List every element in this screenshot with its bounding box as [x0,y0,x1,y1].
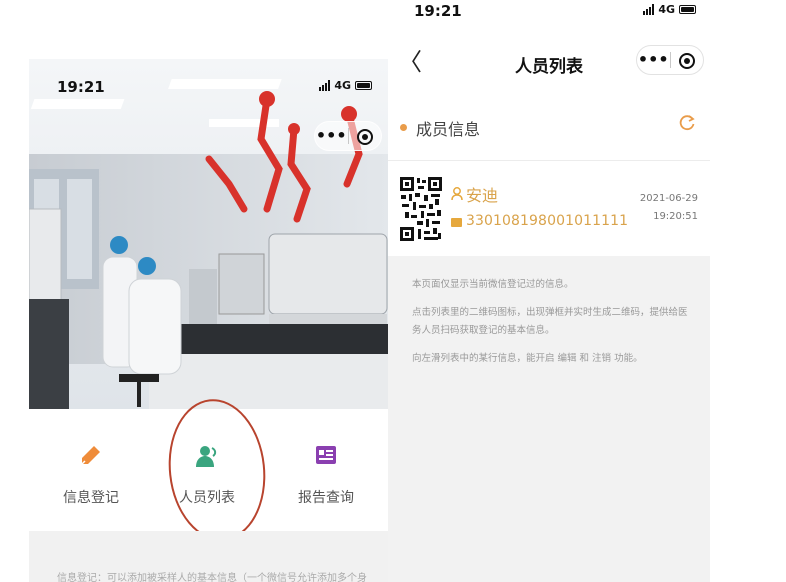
status-time: 19:21 [57,78,105,96]
report-icon [316,446,336,464]
qr-code-icon[interactable] [400,177,442,241]
target-icon [678,52,695,69]
id-card-icon [451,218,462,227]
help-notes: 本页面仅显示当前微信登记过的信息。 点击列表里的二维码图标，出现弹框并实时生成二… [412,276,692,378]
help-note: 本页面仅显示当前微信登记过的信息。 [412,279,574,290]
nav-bar: 〈 人员列表 ••• [388,30,710,98]
person-name: 安迪 [466,186,499,205]
laboratory-photo [29,59,388,409]
status-time: 19:21 [414,2,462,20]
status-icons: 4G [643,3,696,16]
info-text: 信息登记：可以添加被采样人的基本信息（一个微信号允许添加多个身 [57,573,367,582]
signal-icon [643,4,655,15]
signal-icon [319,80,331,91]
miniapp-capsule: ••• [636,45,704,75]
info-area: 信息登记：可以添加被采样人的基本信息（一个微信号允许添加多个身 [29,531,388,582]
lab-hero-image: 19:21 4G ••• [29,59,388,409]
person-id-number: 330108198001011111 [466,213,629,229]
refresh-icon[interactable] [678,114,696,132]
user-icon [451,187,463,201]
section-dot [400,124,407,131]
close-miniapp-button[interactable] [348,122,381,150]
help-note: 向左滑列表中的某行信息，能开启 编辑 和 注销 功能。 [412,353,643,364]
member-section-header: 成员信息 [388,98,710,160]
more-button[interactable]: ••• [315,122,348,150]
right-phone-screen: 19:21 4G 〈 人员列表 ••• 成员信息 安迪 330108198001… [388,0,710,582]
register-time: 19:20:51 [653,211,698,222]
battery-icon [679,5,696,14]
menu-label: 报告查询 [298,490,354,506]
left-phone-screen: 19:21 4G ••• 信息登记 人员列表 报告查询 信息登记：可以添加被采样… [29,59,388,582]
network-label: 4G [334,79,351,92]
person-list-item[interactable]: 安迪 330108198001011111 2021-06-29 19:20:5… [388,161,710,256]
close-miniapp-button[interactable] [670,46,703,74]
register-date: 2021-06-29 [639,193,698,204]
network-label: 4G [658,3,675,16]
miniapp-capsule: ••• [314,121,382,151]
status-icons: 4G [319,79,372,92]
target-icon [356,128,373,145]
menu-label: 信息登记 [63,490,119,506]
help-note: 点击列表里的二维码图标，出现弹框并实时生成二维码，提供给医务人员扫码获取登记的基… [412,307,688,336]
more-button[interactable]: ••• [637,46,670,74]
section-title: 成员信息 [416,120,481,139]
pencil-icon [81,446,100,465]
battery-icon [355,81,372,90]
